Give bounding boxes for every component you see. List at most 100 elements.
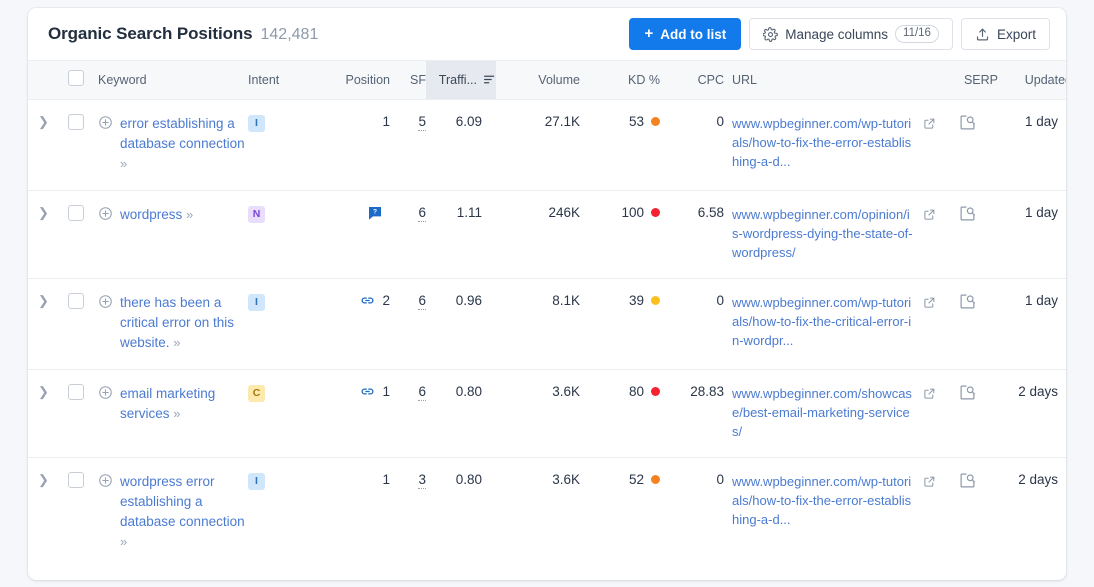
volume-cell: 8.1K: [496, 278, 580, 370]
external-link-icon[interactable]: [923, 296, 936, 312]
manage-columns-button[interactable]: Manage columns 11/16: [749, 18, 953, 50]
th-cpc[interactable]: CPC: [660, 60, 724, 100]
traffic-cell: 1.11: [426, 190, 496, 279]
cpc-cell: 0: [660, 99, 724, 191]
cpc-value: 0: [716, 472, 724, 487]
kd-difficulty-dot: [651, 117, 660, 126]
sf-value[interactable]: 3: [418, 472, 426, 489]
kd-difficulty-dot: [651, 208, 660, 217]
position-value: 2: [382, 293, 390, 308]
updated-value: 2 days: [1018, 472, 1058, 487]
url-link[interactable]: www.wpbeginner.com/wp-tutorials/how-to-f…: [732, 293, 915, 350]
organic-search-positions-panel: Organic Search Positions 142,481 + Add t…: [28, 8, 1066, 580]
kd-difficulty-dot: [651, 475, 660, 484]
page-title-count: 142,481: [260, 26, 319, 43]
th-position[interactable]: Position: [316, 60, 390, 100]
expand-row-chevron-icon[interactable]: ❯: [28, 293, 49, 308]
keyword-expand-icon[interactable]: »: [186, 207, 193, 222]
export-button[interactable]: Export: [960, 18, 1050, 50]
sf-cell: 6: [390, 369, 426, 458]
keyword-expand-icon[interactable]: »: [173, 335, 180, 350]
sf-value[interactable]: 6: [418, 205, 426, 222]
row-expand-cell: ❯: [28, 369, 54, 458]
intent-badge[interactable]: C: [248, 385, 265, 402]
table-row: ❯ email marketing services » C 1 6 0.80 3.6K 80…: [28, 369, 1066, 458]
row-checkbox[interactable]: [68, 205, 84, 221]
keyword-link[interactable]: error establishing a database connection…: [120, 114, 248, 174]
external-link-icon[interactable]: [923, 475, 936, 491]
kd-cell: 53: [580, 99, 660, 191]
th-kd[interactable]: KD %: [580, 60, 660, 100]
external-link-icon[interactable]: [923, 387, 936, 403]
kd-difficulty-dot: [651, 296, 660, 305]
intent-badge[interactable]: I: [248, 115, 265, 132]
volume-cell: 3.6K: [496, 369, 580, 458]
traffic-cell: 0.80: [426, 369, 496, 458]
intent-cell: I: [248, 99, 316, 191]
sf-value[interactable]: 5: [418, 114, 426, 131]
export-label: Export: [996, 26, 1036, 42]
keyword-expand-icon[interactable]: »: [173, 406, 180, 421]
add-keyword-icon[interactable]: [98, 385, 113, 403]
row-checkbox[interactable]: [68, 293, 84, 309]
view-serp-icon[interactable]: [959, 293, 976, 310]
keyword-expand-icon[interactable]: »: [120, 534, 127, 549]
keyword-expand-icon[interactable]: »: [120, 156, 127, 171]
add-to-list-button[interactable]: + Add to list: [629, 18, 742, 50]
intent-badge[interactable]: I: [248, 473, 265, 490]
view-serp-icon[interactable]: [959, 114, 976, 131]
row-checkbox[interactable]: [68, 384, 84, 400]
th-serp[interactable]: SERP: [936, 60, 998, 100]
url-cell: www.wpbeginner.com/wp-tutorials/how-to-f…: [724, 457, 936, 568]
th-keyword[interactable]: Keyword: [98, 60, 248, 100]
add-keyword-icon[interactable]: [98, 206, 113, 224]
th-traffic[interactable]: Traffi...: [426, 60, 496, 100]
url-link[interactable]: www.wpbeginner.com/showcase/best-email-m…: [732, 384, 915, 441]
view-serp-icon[interactable]: [959, 472, 976, 489]
url-link[interactable]: www.wpbeginner.com/wp-tutorials/how-to-f…: [732, 472, 915, 529]
table-header-row: Keyword Intent Position SF Traffi... Vol…: [28, 60, 1066, 100]
intent-badge[interactable]: I: [248, 294, 265, 311]
view-serp-icon[interactable]: [959, 384, 976, 401]
page-title-text: Organic Search Positions: [48, 24, 253, 43]
external-link-icon[interactable]: [923, 208, 936, 224]
faq-bubble-icon[interactable]: ?: [367, 205, 383, 221]
gear-icon: [763, 26, 779, 42]
add-keyword-icon[interactable]: [98, 115, 113, 133]
keyword-link[interactable]: there has been a critical error on this …: [120, 293, 248, 353]
link-chain-icon[interactable]: [360, 384, 375, 399]
cpc-cell: 0: [660, 278, 724, 370]
th-updated[interactable]: Updated: [998, 60, 1066, 100]
url-cell: www.wpbeginner.com/showcase/best-email-m…: [724, 369, 936, 458]
add-keyword-icon[interactable]: [98, 294, 113, 312]
external-link-icon[interactable]: [923, 117, 936, 133]
url-link[interactable]: www.wpbeginner.com/wp-tutorials/how-to-f…: [732, 114, 915, 171]
link-chain-icon[interactable]: [360, 293, 375, 308]
row-checkbox[interactable]: [68, 114, 84, 130]
keyword-link[interactable]: wordpress »: [120, 205, 193, 225]
volume-value: 8.1K: [552, 293, 580, 308]
keyword-link[interactable]: email marketing services »: [120, 384, 248, 424]
expand-row-chevron-icon[interactable]: ❯: [28, 384, 49, 399]
expand-row-chevron-icon[interactable]: ❯: [28, 205, 49, 220]
keyword-cell: there has been a critical error on this …: [98, 278, 248, 370]
view-serp-icon[interactable]: [959, 205, 976, 222]
traffic-cell: 0.96: [426, 278, 496, 370]
sf-value[interactable]: 6: [418, 293, 426, 310]
select-all-checkbox[interactable]: [68, 70, 84, 86]
intent-badge[interactable]: N: [248, 206, 265, 223]
add-keyword-icon[interactable]: [98, 473, 113, 491]
th-volume[interactable]: Volume: [496, 60, 580, 100]
expand-row-chevron-icon[interactable]: ❯: [28, 114, 49, 129]
sf-cell: 5: [390, 99, 426, 191]
expand-row-chevron-icon[interactable]: ❯: [28, 472, 49, 487]
keyword-link[interactable]: wordpress error establishing a database …: [120, 472, 248, 552]
add-to-list-label: Add to list: [660, 26, 727, 42]
url-link[interactable]: www.wpbeginner.com/opinion/is-wordpress-…: [732, 205, 915, 262]
row-select-cell: [54, 369, 98, 458]
th-sf[interactable]: SF: [390, 60, 426, 100]
row-checkbox[interactable]: [68, 472, 84, 488]
th-url[interactable]: URL: [724, 60, 936, 100]
th-intent[interactable]: Intent: [248, 60, 316, 100]
sf-value[interactable]: 6: [418, 384, 426, 401]
